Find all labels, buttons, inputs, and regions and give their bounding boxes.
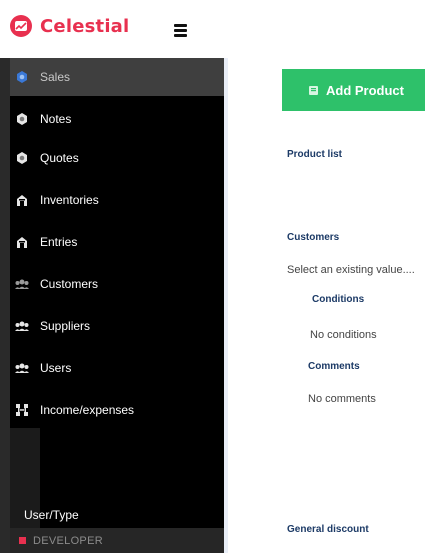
entries-icon [14,234,30,250]
sidebar-item-customers[interactable]: Customers [10,265,224,303]
suppliers-icon [14,318,30,334]
sidebar-item-label: Quotes [40,151,79,165]
sidebar-item-income-expenses[interactable]: Income/expenses [10,391,224,429]
user-type-label: User/Type [24,508,79,522]
sidebar: Sales Notes Quotes Inventories Entries C… [0,58,228,553]
sidebar-item-label: Users [40,361,72,375]
sidebar-item-label: Inventories [40,193,99,207]
sidebar-item-quotes[interactable]: Quotes [10,139,224,177]
developer-label: DEVELOPER [33,534,103,547]
quotes-icon [14,150,30,166]
general-discount-label: General discount [287,524,369,535]
sidebar-item-label: Income/expenses [40,403,135,417]
income-expenses-icon [14,402,30,418]
sidebar-item-label: Suppliers [40,319,91,333]
customers-select[interactable]: Select an existing value.... [287,264,415,276]
comments-label: Comments [308,361,360,372]
sidebar-item-label: Customers [40,277,99,291]
inventories-icon [14,192,30,208]
sidebar-item-sales[interactable]: Sales [10,58,224,96]
sidebar-item-label: Sales [40,70,71,84]
developer-badge: DEVELOPER [10,528,224,553]
conditions-value: No conditions [310,329,377,341]
sales-icon [14,69,30,85]
status-square-icon [19,537,26,544]
notes-icon [14,111,30,127]
comments-value: No comments [308,393,376,405]
users-icon [14,360,30,376]
product-list-label: Product list [287,149,343,160]
customers-label: Customers [287,232,340,243]
customers-icon [14,276,30,292]
sidebar-item-notes[interactable]: Notes [10,100,224,138]
conditions-label: Conditions [312,294,365,305]
brand-logo-icon [10,15,32,37]
add-product-icon [309,85,318,95]
sidebar-item-label: Entries [40,235,78,249]
sidebar-item-suppliers[interactable]: Suppliers [10,307,224,345]
sidebar-item-users[interactable]: Users [10,349,224,387]
sidebar-item-label: Notes [40,112,72,126]
add-product-button[interactable]: Add Product [282,69,425,111]
brand[interactable]: Celestial [10,15,129,37]
sidebar-item-entries[interactable]: Entries [10,223,224,261]
add-product-label: Add Product [326,82,404,98]
brand-name: Celestial [40,15,130,37]
menu-toggle-icon[interactable] [174,24,187,37]
sidebar-strip [0,58,10,553]
main-content: Add Product Product list Customers Selec… [228,58,425,553]
top-bar: Celestial [0,0,425,58]
sidebar-item-inventories[interactable]: Inventories [10,181,224,219]
page: Celestial Sales Notes Quotes Inventories… [0,0,425,553]
